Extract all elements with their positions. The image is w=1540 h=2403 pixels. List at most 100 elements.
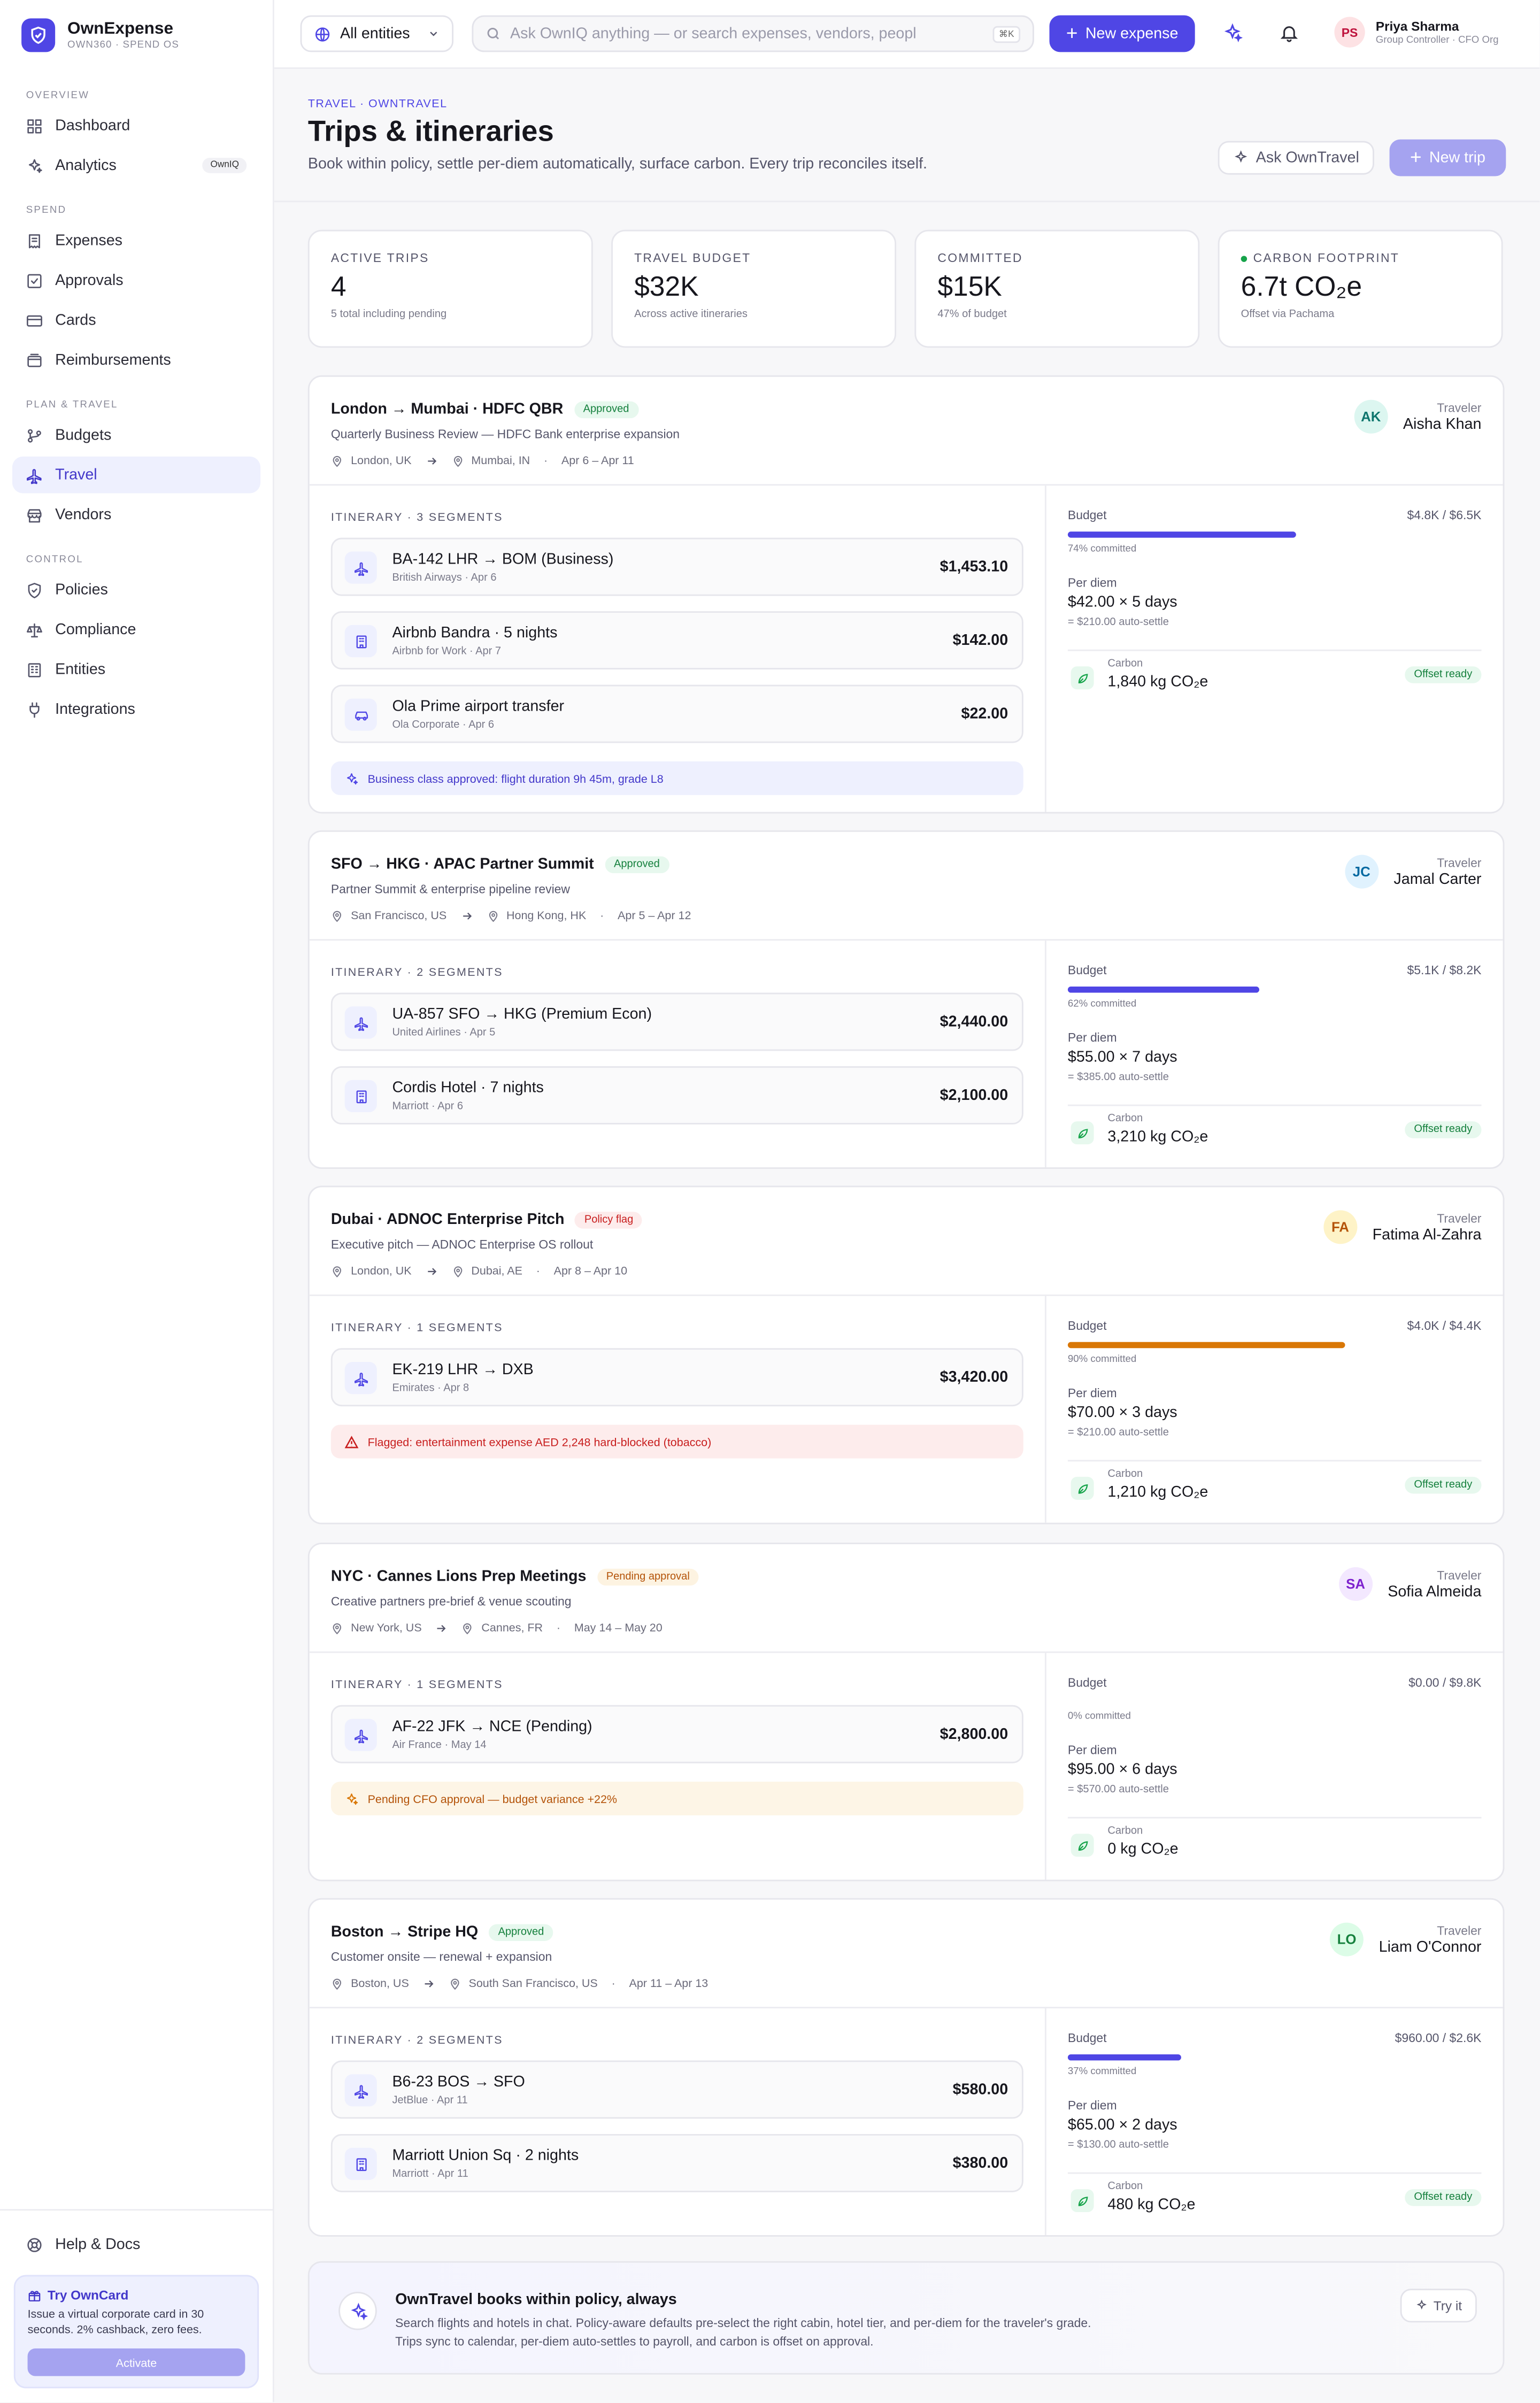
- stat-label-text: TRAVEL BUDGET: [634, 251, 751, 265]
- activate-button[interactable]: Activate: [27, 2348, 245, 2376]
- trip-title: Boston → Stripe HQ Approved: [331, 1924, 553, 1941]
- owncard-promo: Try OwnCard Issue a virtual corporate ca…: [13, 2275, 259, 2389]
- traveler[interactable]: LO Traveler Liam O'Connor: [1329, 1922, 1481, 1957]
- search-input[interactable]: Ask OwnIQ anything — or search expenses,…: [472, 15, 1034, 52]
- sparkle-icon: [1416, 2299, 1427, 2310]
- help-docs-link[interactable]: Help & Docs: [12, 2226, 260, 2263]
- entity-selector[interactable]: All entities: [300, 15, 454, 52]
- stat-card: COMMITTED $15K 47% of budget: [914, 229, 1200, 348]
- segment-icon-box: [344, 2147, 377, 2180]
- traveler[interactable]: AK Traveler Aisha Khan: [1354, 399, 1482, 434]
- segment-amount: $1,453.10: [940, 559, 1008, 576]
- itinerary-segment[interactable]: Cordis Hotel · 7 nights Marriott · Apr 6 $…: [330, 1066, 1023, 1125]
- hotel-icon: [356, 635, 366, 648]
- segment-amount: $2,800.00: [940, 1726, 1008, 1744]
- itinerary-label: ITINERARY · 2 SEGMENTS: [330, 2032, 503, 2047]
- stat-value: 4: [330, 271, 346, 302]
- trip-card[interactable]: London → Mumbai · HDFC QBR Approved Quarte…: [307, 375, 1505, 814]
- sidebar-item-travel[interactable]: Travel: [12, 456, 261, 494]
- avatar: LO: [1329, 1922, 1364, 1957]
- itinerary-segment[interactable]: Ola Prime airport transfer Ola Corporate …: [330, 684, 1023, 743]
- segment-sub: United Airlines · Apr 5: [392, 1028, 496, 1039]
- trip-card[interactable]: NYC · Cannes Lions Prep Meetings Pending …: [307, 1543, 1505, 1882]
- traveler-label: Traveler: [1437, 1568, 1482, 1582]
- sidebar-item-analytics[interactable]: Analytics OwnIQ: [12, 147, 260, 184]
- trip-origin: New York, US: [351, 1621, 422, 1635]
- trip-card[interactable]: Boston → Stripe HQ Approved Customer onsit…: [307, 1898, 1505, 2237]
- trip-origin: London, UK: [351, 1264, 412, 1278]
- trip-dates: Apr 8 – Apr 10: [553, 1264, 628, 1278]
- itinerary-label: ITINERARY · 3 SEGMENTS: [330, 510, 503, 524]
- try-it-label: Try it: [1433, 2298, 1462, 2314]
- sidebar-item-budgets[interactable]: Budgets: [12, 417, 260, 453]
- stat-label: ACTIVE TRIPS: [331, 251, 570, 265]
- brand[interactable]: OwnExpense OWN360 · SPEND OS: [0, 0, 273, 69]
- traveler[interactable]: FA Traveler Fatima Al-Zahra: [1323, 1210, 1481, 1244]
- perdiem-settle: = $130.00 auto-settle: [1067, 2140, 1169, 2151]
- trip-origin: London, UK: [351, 453, 412, 467]
- separator-dot: ·: [536, 1264, 540, 1278]
- budget-row: Budget $960.00 / $2.6K: [1068, 2031, 1482, 2045]
- try-it-button[interactable]: Try it: [1400, 2289, 1477, 2323]
- itinerary-segment[interactable]: AF-22 JFK → NCE (Pending) Air France · Ma…: [330, 1705, 1023, 1763]
- new-trip-button[interactable]: + New trip: [1389, 139, 1506, 176]
- sidebar-item-policies[interactable]: Policies: [12, 572, 260, 609]
- building-icon: [28, 662, 41, 677]
- sidebar-item-cards[interactable]: Cards: [12, 302, 260, 338]
- trip-title-text: Dubai · ADNOC Enterprise Pitch: [330, 1212, 565, 1229]
- itinerary-segment[interactable]: Airbnb Bandra · 5 nights Airbnb for Work …: [330, 611, 1023, 670]
- sparkle-icon: [1234, 150, 1247, 163]
- trip-summary: Budget $4.8K / $6.5K 74% committed Per diem…: [1046, 486, 1503, 812]
- breadcrumb[interactable]: TRAVEL · OWNTRAVEL: [308, 96, 448, 110]
- sidebar-nav: OVERVIEW Dashboard Analytics OwnIQ SPEND Expe…: [0, 90, 273, 728]
- traveler-name: Jamal Carter: [1393, 871, 1482, 888]
- perdiem-value: $42.00 × 5 days: [1067, 594, 1177, 612]
- traveler[interactable]: SA Traveler Sofia Almeida: [1338, 1567, 1482, 1601]
- sidebar-item-dashboard[interactable]: Dashboard: [12, 107, 260, 144]
- itinerary-segment[interactable]: EK-219 LHR → DXB Emirates · Apr 8 $3,420.0…: [330, 1348, 1023, 1407]
- perdiem-value: $65.00 × 2 days: [1067, 2117, 1177, 2134]
- budget-label: Budget: [1067, 1319, 1107, 1333]
- user-menu[interactable]: PS Priya Sharma Group Controller · CFO O…: [1334, 17, 1499, 48]
- sidebar-item-vendors[interactable]: Vendors: [12, 496, 260, 533]
- sidebar-item-entities[interactable]: Entities: [12, 651, 260, 688]
- itinerary-segment[interactable]: UA-857 SFO → HKG (Premium Econ) United Ai…: [330, 992, 1023, 1051]
- sidebar-item-integrations[interactable]: Integrations: [12, 691, 260, 728]
- itinerary-label: ITINERARY · 1 SEGMENTS: [330, 1320, 503, 1335]
- new-expense-button[interactable]: + New expense: [1049, 15, 1195, 52]
- traveler-label: Traveler: [1437, 400, 1482, 414]
- sidebar-item-expenses[interactable]: Expenses: [12, 222, 260, 259]
- budget-label: Budget: [1067, 2031, 1107, 2045]
- divider: [1067, 2172, 1482, 2174]
- trip-card[interactable]: SFO → HKG · APAC Partner Summit Approved P…: [307, 830, 1505, 1169]
- segment-amount: $142.00: [952, 633, 1008, 650]
- traveler[interactable]: JC Traveler Jamal Carter: [1344, 854, 1482, 889]
- itinerary-segment[interactable]: BA-142 LHR → BOM (Business) British Airwa…: [330, 537, 1023, 596]
- segment-icon-box: [344, 1080, 377, 1112]
- divider: [1067, 1104, 1482, 1106]
- leaf-icon: [1077, 2196, 1088, 2206]
- trip-purpose: Executive pitch — ADNOC Enterprise OS ro…: [330, 1237, 594, 1252]
- trip-note-text: Flagged: entertainment expense AED 2,248…: [367, 1435, 712, 1449]
- itinerary-segment[interactable]: Marriott Union Sq · 2 nights Marriott · A…: [330, 2134, 1023, 2192]
- perdiem-value: $95.00 × 6 days: [1067, 1761, 1177, 1779]
- sidebar-item-approvals[interactable]: Approvals: [12, 262, 260, 299]
- sparkle-icon[interactable]: [1222, 23, 1243, 43]
- wallet-icon: [27, 353, 42, 367]
- ask-owntravel-button[interactable]: Ask OwnTravel: [1218, 141, 1374, 175]
- perdiem-label: Per diem: [1067, 576, 1117, 590]
- bell-icon[interactable]: [1279, 23, 1299, 43]
- sidebar-item-label: Compliance: [55, 621, 136, 638]
- sidebar-item-reimbursements[interactable]: Reimbursements: [12, 342, 260, 379]
- promo-title-text: Try OwnCard: [47, 2287, 129, 2303]
- budget-value: $4.0K / $4.4K: [1407, 1319, 1482, 1333]
- trip-card[interactable]: Dubai · ADNOC Enterprise Pitch Policy fla…: [307, 1185, 1505, 1524]
- plug-icon: [29, 702, 40, 717]
- separator-dot: ·: [611, 1976, 615, 1990]
- budget-progress-bar: [1067, 532, 1376, 538]
- sidebar-item-compliance[interactable]: Compliance: [12, 611, 260, 648]
- trip-purpose: Quarterly Business Review — HDFC Bank en…: [330, 427, 680, 442]
- itinerary-segment[interactable]: B6-23 BOS → SFO JetBlue · Apr 11 $580.00: [330, 2060, 1023, 2119]
- card-icon: [27, 314, 42, 326]
- status-dot-icon: [1241, 255, 1248, 261]
